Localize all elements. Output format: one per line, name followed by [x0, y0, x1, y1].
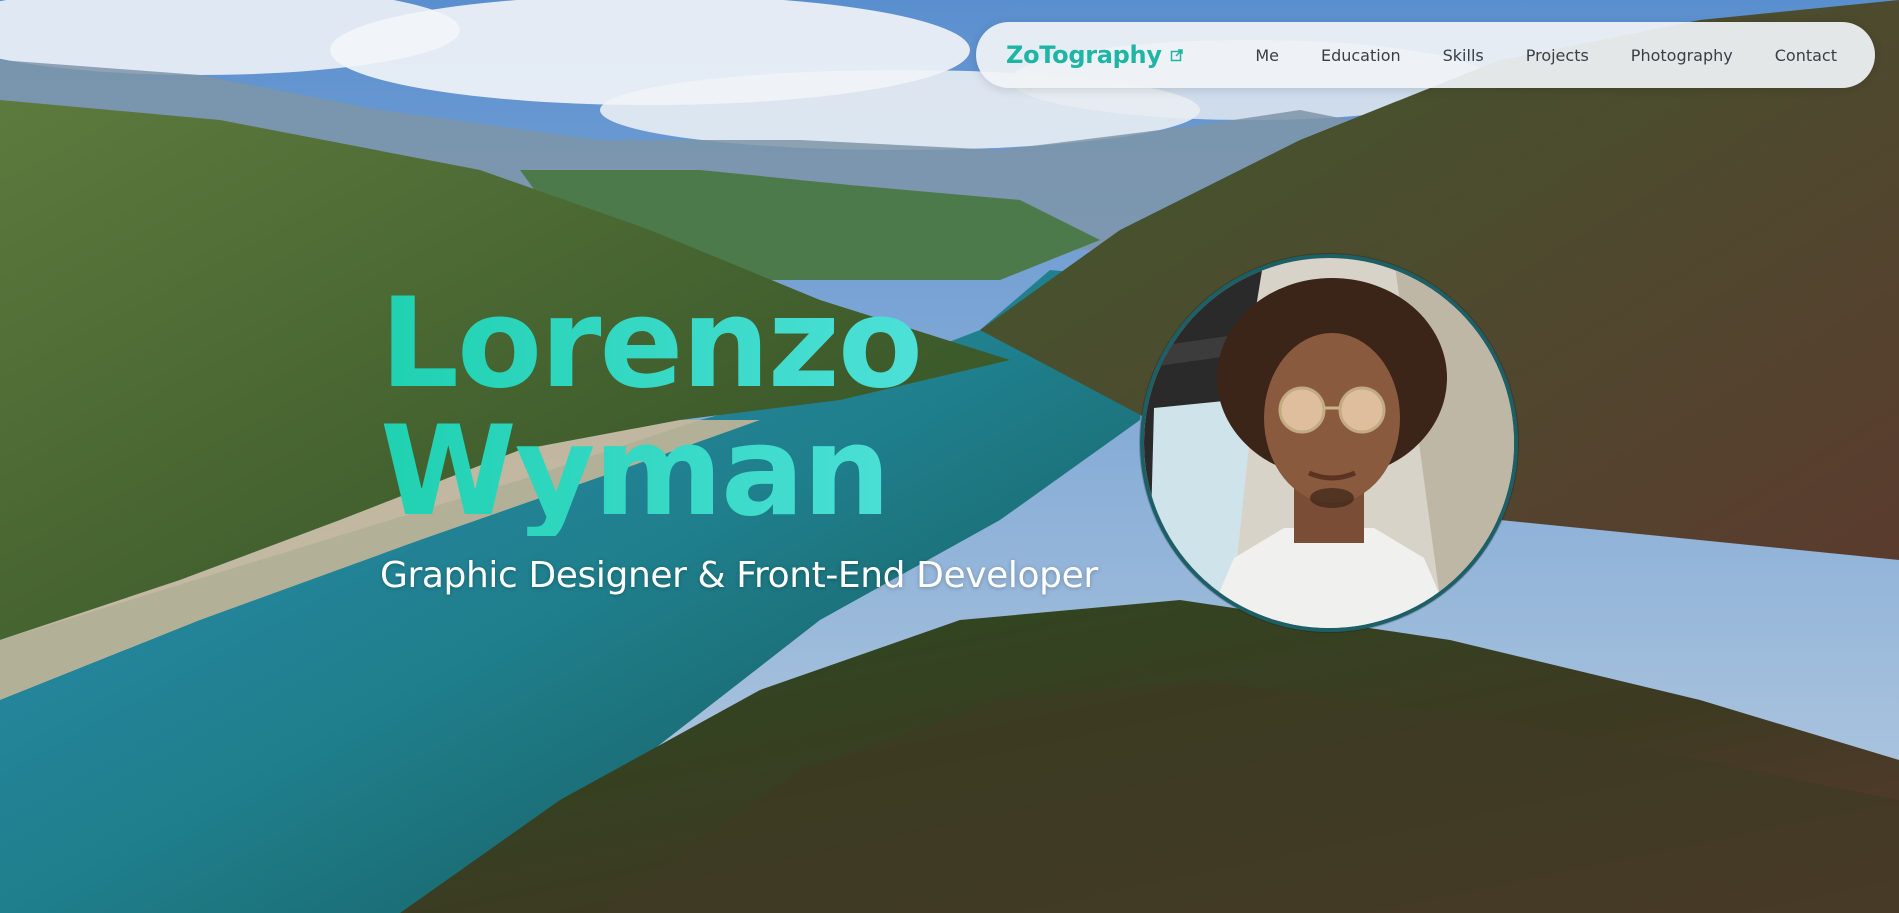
nav-link-education[interactable]: Education — [1300, 46, 1422, 65]
avatar — [1140, 254, 1518, 632]
first-name: Lorenzo — [380, 272, 923, 416]
nav-links: Me Education Skills Projects Photography… — [1234, 46, 1837, 65]
last-name: Wyman — [380, 408, 921, 536]
top-navbar: ZoTography Me Education Skills Projects … — [976, 22, 1875, 88]
hero-name: Lorenzo Wyman — [380, 272, 923, 536]
background-image — [0, 0, 1899, 913]
profile-photo — [1144, 258, 1514, 628]
nav-link-me[interactable]: Me — [1234, 46, 1300, 65]
nav-link-projects[interactable]: Projects — [1505, 46, 1610, 65]
nav-link-photography[interactable]: Photography — [1610, 46, 1754, 65]
hero-subtitle: Graphic Designer & Front-End Developer — [380, 555, 1098, 596]
hero-section: ZoTography Me Education Skills Projects … — [0, 0, 1899, 913]
nav-link-skills[interactable]: Skills — [1422, 46, 1505, 65]
brand-logo: ZoTography — [1006, 41, 1162, 69]
nav-link-contact[interactable]: Contact — [1754, 46, 1837, 65]
brand-link[interactable]: ZoTography — [1006, 41, 1184, 69]
external-link-icon — [1170, 49, 1183, 62]
